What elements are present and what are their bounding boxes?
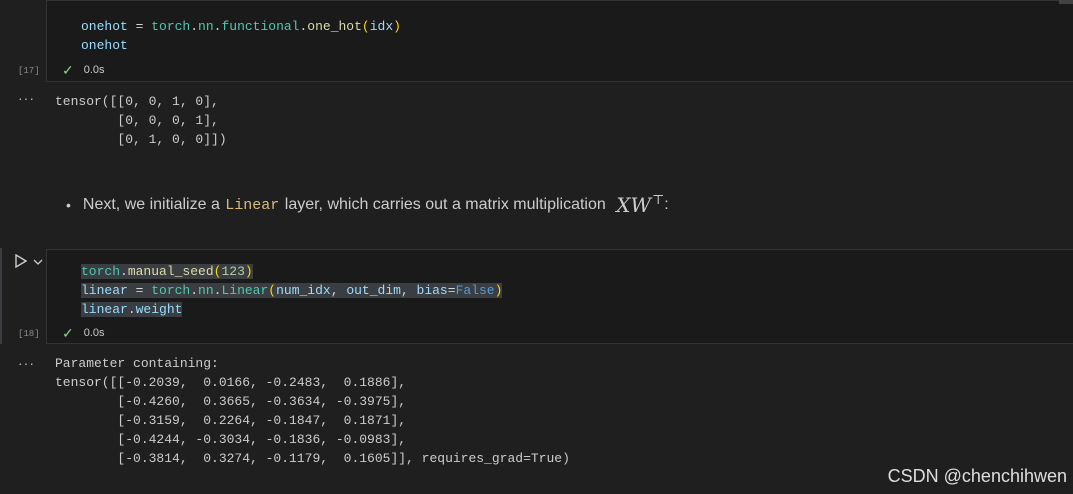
markdown-cell: • Next, we initialize a Linear layer, wh… (66, 193, 669, 217)
code-token: bias (416, 283, 448, 298)
code-token: functional (221, 19, 300, 34)
chevron-down-icon (33, 259, 43, 265)
code-token: onehot (81, 38, 128, 53)
watermark: CSDN @chenchihwen (887, 466, 1067, 486)
list-bullet: • (66, 197, 71, 213)
code-token: . (120, 264, 128, 279)
code-token: out_dim (346, 283, 401, 298)
cell-output-18: Parameter containing: tensor([[-0.2039, … (55, 356, 570, 466)
run-triangle-icon (15, 253, 28, 269)
code-token: manual_seed (127, 264, 214, 279)
run-options-button[interactable] (33, 254, 43, 272)
code-line: onehot = torch.nn.functional.one_hot(idx… (81, 17, 401, 36)
cell-output-17: tensor([[0, 0, 1, 0], [0, 0, 0, 1], [0, … (55, 94, 227, 147)
code-token: , (400, 283, 417, 298)
code-token: 123 (221, 264, 245, 279)
execution-count-18: [18] (18, 329, 40, 339)
output-menu-button[interactable]: ··· (18, 355, 35, 371)
code-token: nn (198, 19, 214, 34)
scrollbar[interactable] (1059, 0, 1073, 4)
code-line: linear = torch.nn.Linear(num_idx, out_di… (81, 281, 503, 300)
code-token: . (190, 283, 199, 298)
code-token: linear (81, 302, 128, 317)
run-cell-button[interactable] (15, 253, 28, 273)
inline-code: Linear (225, 196, 280, 214)
math-base: XW (616, 193, 652, 217)
code-token: = (447, 283, 456, 298)
code-token: weight (135, 302, 183, 317)
code-token: , (330, 283, 347, 298)
cell-focus-indicator (0, 248, 2, 344)
code-token: . (127, 302, 136, 317)
code-token: linear (81, 283, 128, 298)
code-token: torch (151, 283, 191, 298)
code-line: torch.manual_seed(123) (81, 262, 502, 281)
code-token: ( (361, 19, 370, 34)
code-token: ) (244, 264, 253, 279)
code-token: nn (198, 283, 214, 298)
code-editor-17[interactable]: onehot = torch.nn.functional.one_hot(idx… (81, 17, 401, 55)
code-token: ) (393, 19, 401, 34)
code-token: ) (494, 283, 503, 298)
code-token: idx (369, 19, 394, 34)
execution-time: 0.0s (83, 64, 105, 76)
code-line: onehot (81, 36, 401, 55)
math-expression: XW⊤ (616, 193, 664, 217)
cell-status-18: ✓ 0.0s (62, 324, 105, 341)
check-icon: ✓ (62, 324, 74, 341)
code-line: linear.weight (81, 300, 502, 319)
execution-count-17: [17] (18, 66, 40, 76)
execution-time: 0.0s (83, 327, 105, 339)
math-superscript: ⊤ (652, 193, 665, 209)
output-menu-button[interactable]: ··· (18, 90, 35, 106)
check-icon: ✓ (62, 61, 74, 78)
code-token: Linear (221, 283, 269, 298)
code-token: torch (81, 264, 121, 279)
code-token: torch (151, 19, 191, 34)
markdown-text: Next, we initialize a (82, 196, 225, 213)
code-token: ( (268, 283, 277, 298)
code-token: = (127, 283, 152, 298)
code-token: one_hot (307, 19, 362, 34)
code-token: = (127, 19, 152, 34)
markdown-tail: : (664, 196, 669, 213)
code-token: num_idx (276, 283, 331, 298)
code-token: . (190, 19, 199, 34)
cell-status-17: ✓ 0.0s (62, 61, 105, 78)
code-editor-18[interactable]: torch.manual_seed(123) linear = torch.nn.… (81, 262, 503, 319)
code-token: False (455, 283, 495, 298)
code-token: onehot (81, 19, 128, 34)
markdown-text-2: layer, which carries out a matrix multip… (280, 196, 611, 213)
